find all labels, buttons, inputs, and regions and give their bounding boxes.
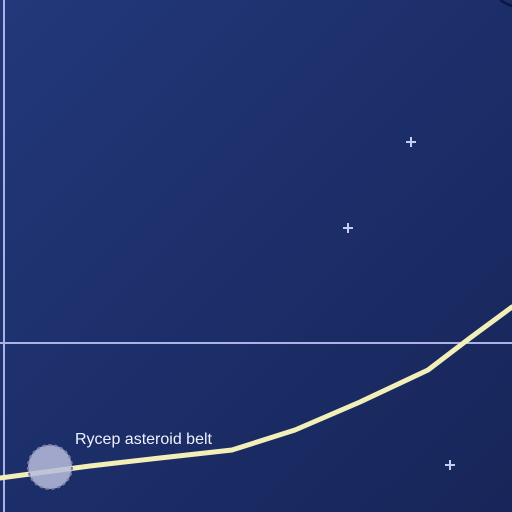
star-map[interactable]: Rycep asteroid belt: [0, 0, 512, 512]
marker-label: Rycep asteroid belt: [75, 431, 213, 448]
asteroid-belt-icon[interactable]: [27, 444, 73, 490]
